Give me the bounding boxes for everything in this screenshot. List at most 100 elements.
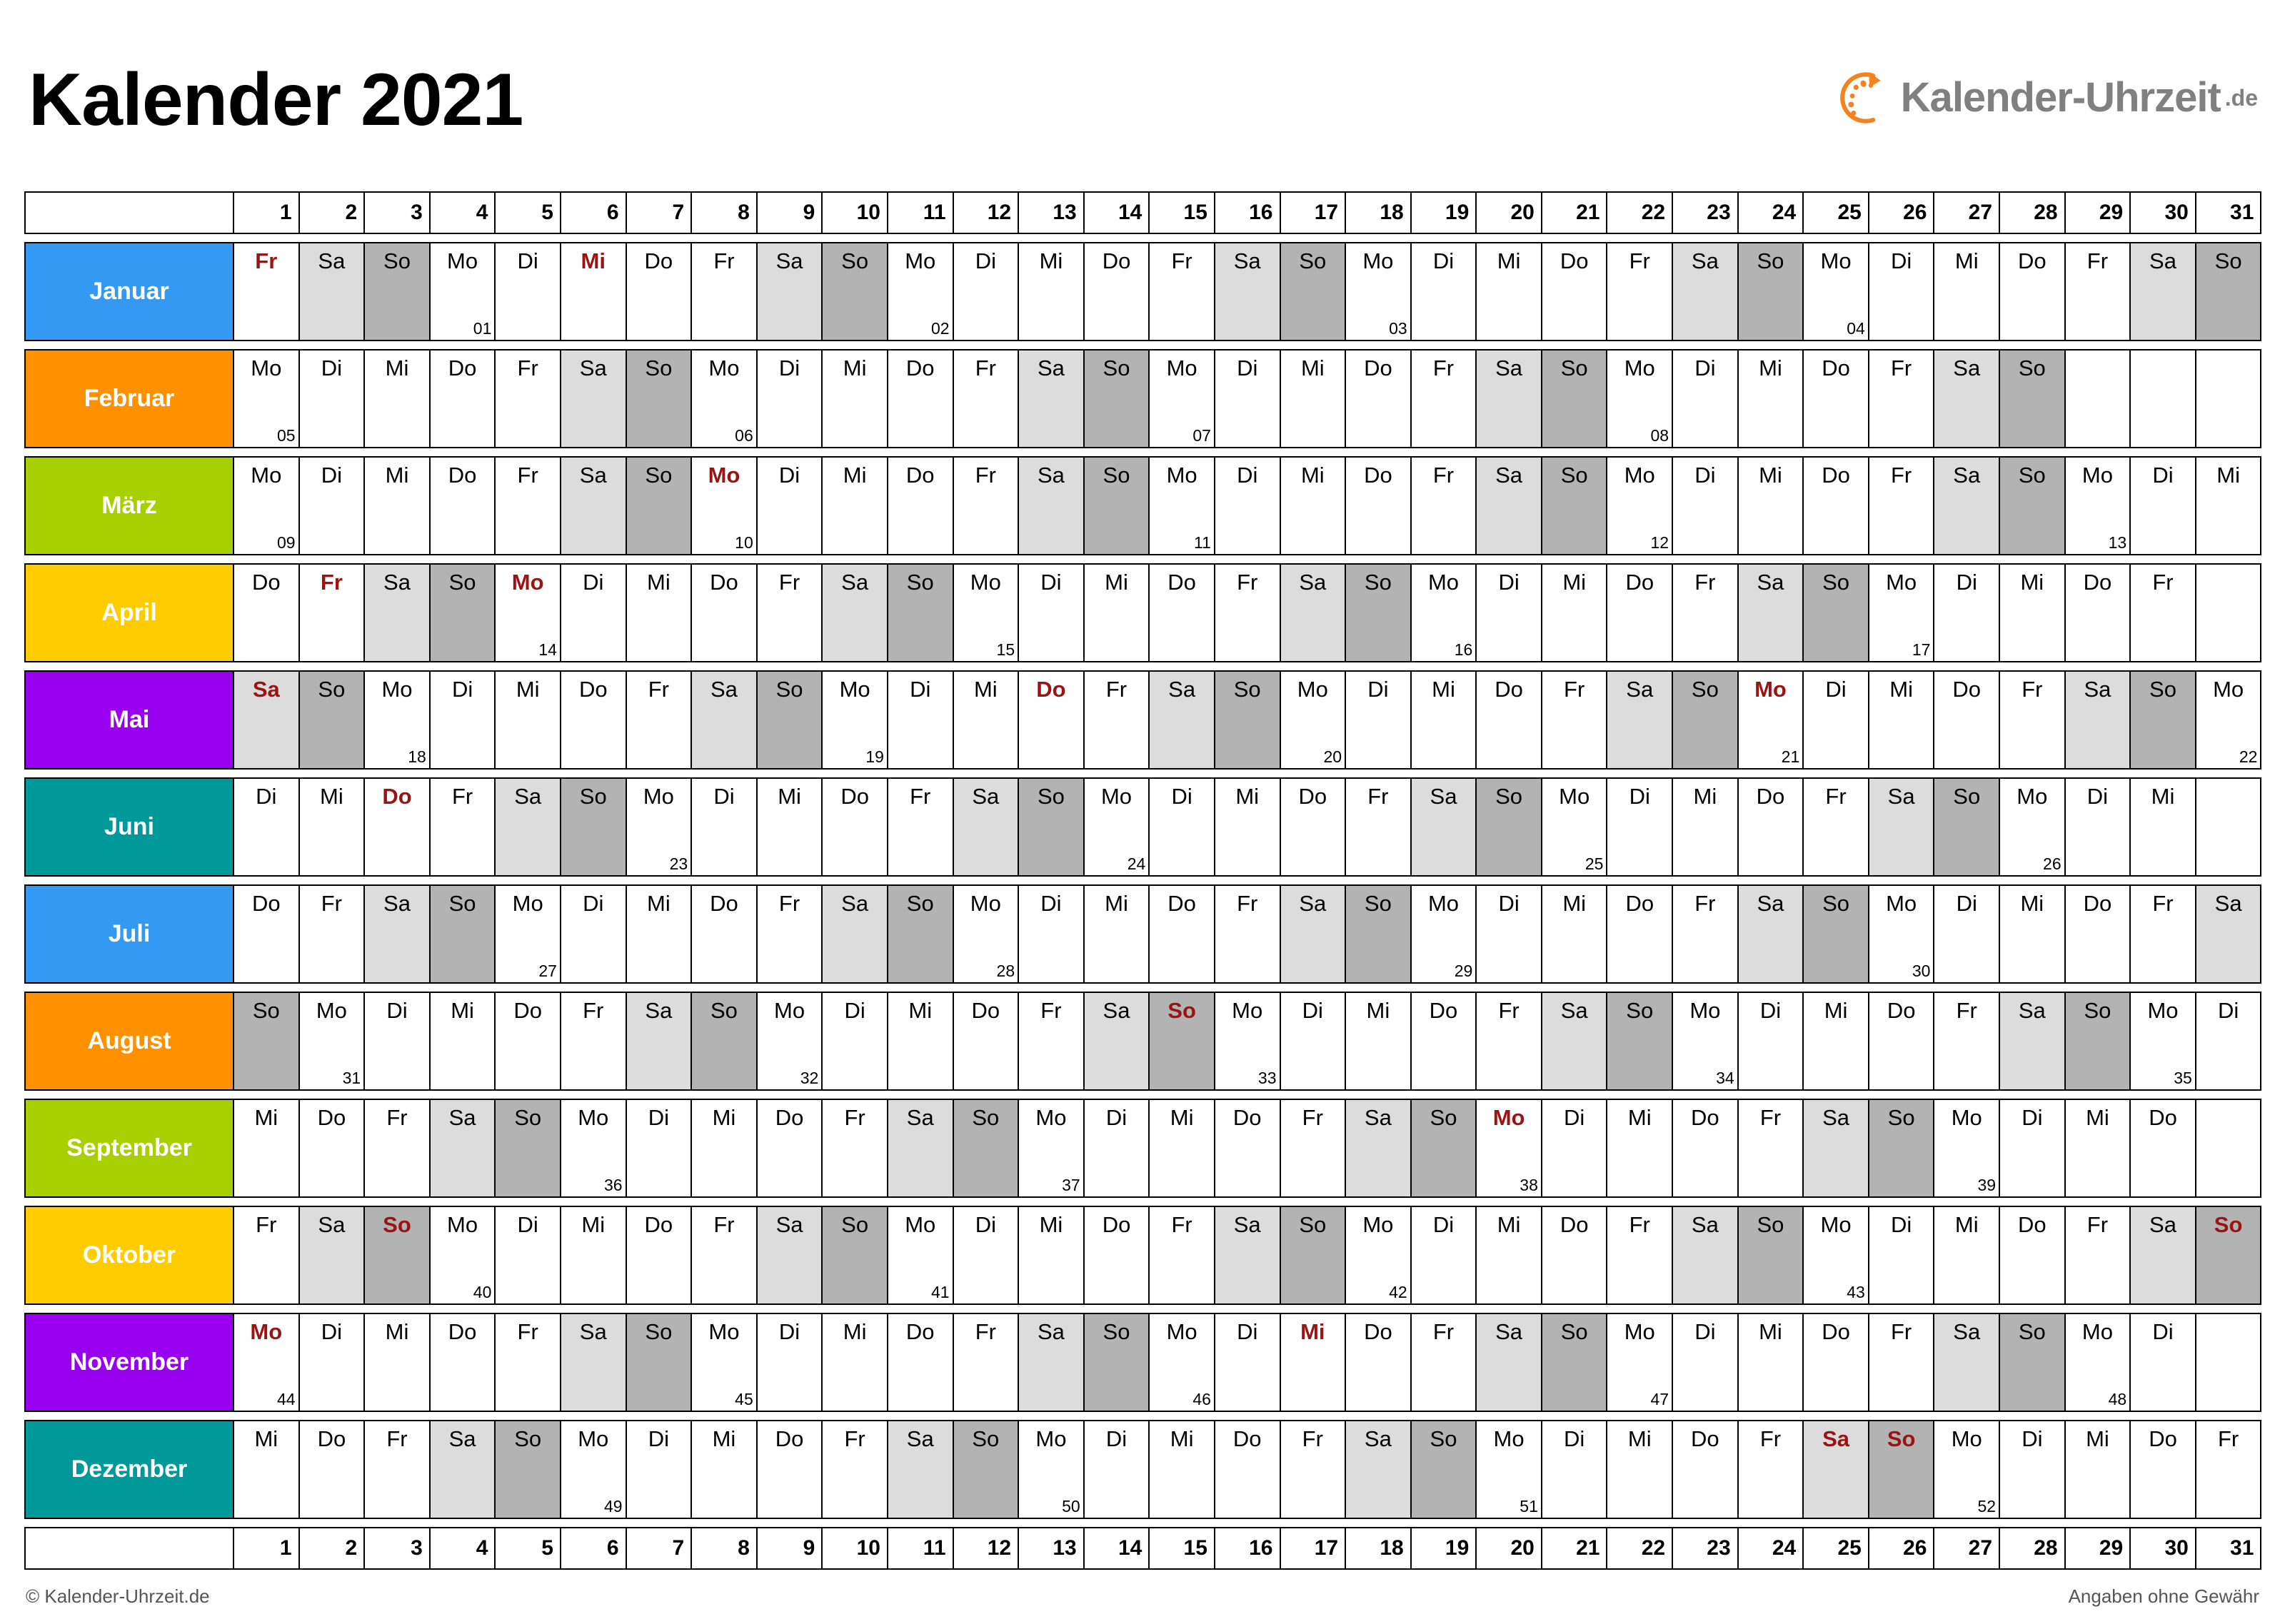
week-number: 50	[1062, 1497, 1080, 1515]
day-cell: Mi	[1083, 884, 1150, 984]
day-cell: Mi	[2194, 456, 2262, 555]
weekday-abbr: Do	[1560, 1212, 1589, 1237]
day-number-header: 4	[428, 1527, 496, 1570]
month-label-dezember: Dezember	[24, 1420, 234, 1519]
weekday-abbr: Mo	[1232, 998, 1263, 1023]
weekday-abbr: Do	[905, 463, 935, 488]
day-cell: Fr	[1083, 670, 1150, 770]
day-cell: So	[2129, 670, 2196, 770]
day-cell: Mo 32	[755, 992, 823, 1091]
row-spacer-cell	[25, 1411, 2261, 1421]
day-cell: Mi	[1606, 1099, 1674, 1198]
day-cell: Do	[625, 242, 693, 341]
day-cell-empty	[2129, 349, 2196, 448]
weekday-abbr: Fr	[386, 1426, 408, 1451]
weekday-abbr: Mo	[774, 998, 805, 1023]
day-cell: Do	[428, 349, 496, 448]
week-number: 29	[1454, 962, 1473, 980]
day-cell: Mo 04	[1802, 242, 1869, 341]
day-cell: Sa	[298, 242, 366, 341]
weekday-abbr: Do	[2018, 248, 2047, 273]
day-cell: Sa	[1737, 884, 1804, 984]
weekday-abbr: Fr	[517, 1319, 538, 1344]
weekday-abbr: Di	[583, 570, 604, 595]
weekday-abbr: Do	[905, 1319, 935, 1344]
day-cell: Mi	[1867, 670, 1935, 770]
row-spacer-cell	[25, 769, 2261, 778]
weekday-abbr: Di	[1367, 677, 1389, 702]
weekday-abbr: Di	[386, 998, 408, 1023]
day-cell: Sa	[559, 349, 627, 448]
day-cell-empty	[2194, 777, 2262, 877]
day-cell: Fr	[1867, 1313, 1935, 1412]
day-cell: Mi	[952, 670, 1020, 770]
weekday-abbr: Do	[1756, 784, 1785, 809]
day-cell: So	[1672, 670, 1739, 770]
day-cell: Di	[1475, 563, 1542, 662]
day-number-header: 15	[1148, 191, 1215, 234]
day-cell: Di	[363, 992, 431, 1091]
day-cell: Mi	[1148, 1420, 1215, 1519]
weekday-abbr: Sa	[1037, 355, 1065, 380]
year-calendar-table: 1 2 3 4 5 6 7 8 9 10 11 12 13 14 15 16 17 18 19 20 21 22 23 24 2…	[24, 191, 2262, 1570]
weekday-abbr: Sa	[2018, 998, 2046, 1023]
weekday-abbr: Do	[1364, 355, 1392, 380]
day-cell: Di	[1279, 992, 1347, 1091]
weekday-abbr: Do	[1298, 784, 1327, 809]
week-number: 03	[1389, 319, 1407, 338]
day-cell: Mi	[1410, 670, 1477, 770]
week-number: 05	[277, 426, 296, 445]
weekday-abbr: Mo	[1166, 1319, 1197, 1344]
weekday-abbr: Fr	[2217, 1426, 2239, 1451]
weekday-abbr: Do	[1691, 1426, 1719, 1451]
weekday-abbr: Mo	[839, 677, 870, 702]
week-number: 01	[473, 319, 492, 338]
day-cell: Do	[886, 1313, 954, 1412]
day-number-header: 28	[1999, 191, 2066, 234]
day-cell: Mi	[559, 1206, 627, 1305]
day-number-header: 17	[1279, 1527, 1347, 1570]
day-cell: Di	[1345, 670, 1412, 770]
day-cell: Mi	[821, 349, 888, 448]
weekday-abbr: Fr	[1432, 1319, 1455, 1344]
day-cell: Fr	[1213, 563, 1281, 662]
site-logo[interactable]: Kalender-Uhrzeit .de	[1835, 67, 2258, 128]
day-cell: Di	[755, 1313, 823, 1412]
weekday-abbr: Mi	[1759, 463, 1782, 488]
weekday-abbr: Fr	[1629, 1212, 1650, 1237]
day-number-header: 6	[559, 191, 627, 234]
weekday-abbr: Fr	[1302, 1426, 1323, 1451]
day-cell: Mo 02	[886, 242, 954, 341]
day-cell: Mi	[821, 1313, 888, 1412]
weekday-abbr: Di	[1171, 784, 1192, 809]
day-number-header: 21	[1540, 191, 1608, 234]
day-cell: Mi	[1540, 884, 1608, 984]
weekday-abbr: Sa	[1691, 1212, 1719, 1237]
day-cell: So	[1999, 349, 2066, 448]
month-label-januar: Januar	[24, 242, 234, 341]
day-cell: So	[2194, 242, 2262, 341]
weekday-abbr: So	[2084, 998, 2111, 1023]
weekday-abbr: Mo	[1886, 891, 1917, 916]
weekday-abbr: Fr	[1629, 248, 1650, 273]
week-number: 24	[1127, 854, 1146, 873]
weekday-abbr: Mo	[1624, 1319, 1655, 1344]
month-label-oktober: Oktober	[24, 1206, 234, 1305]
day-cell: Do	[625, 1206, 693, 1305]
day-cell: Mo 07	[1148, 349, 1215, 448]
day-cell: So	[1213, 670, 1281, 770]
day-cell: Sa	[1540, 992, 1608, 1091]
day-cell: Fr	[1475, 992, 1542, 1091]
day-cell: Do	[755, 1099, 823, 1198]
weekday-abbr: So	[645, 1319, 673, 1344]
day-cell: Fr	[1279, 1099, 1347, 1198]
corner-cell	[24, 191, 234, 234]
day-cell: Fr	[1345, 777, 1412, 877]
weekday-abbr: So	[1757, 248, 1784, 273]
weekday-abbr: Do	[2149, 1105, 2177, 1130]
day-cell: Di	[886, 670, 954, 770]
day-cell: Di	[625, 1099, 693, 1198]
weekday-abbr: Fr	[1564, 677, 1585, 702]
weekday-abbr: Sa	[1430, 784, 1457, 809]
weekday-abbr: So	[1103, 463, 1130, 488]
